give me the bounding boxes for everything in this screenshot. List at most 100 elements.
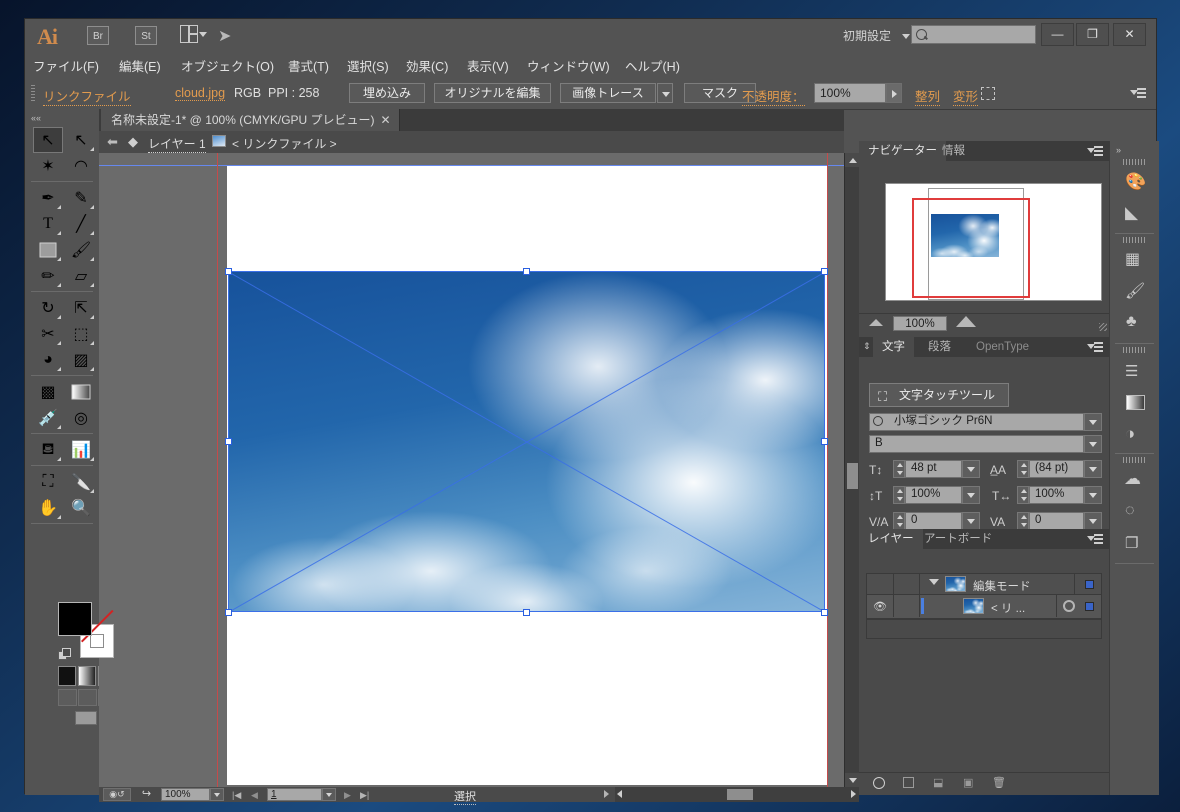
eraser-tool[interactable]: ▱ bbox=[66, 263, 96, 289]
dock-group-grip-1[interactable] bbox=[1123, 159, 1145, 165]
zoom-in-icon[interactable] bbox=[956, 316, 976, 327]
maximize-button[interactable]: ❐ bbox=[1076, 23, 1109, 46]
rotate-tool[interactable]: ↻ bbox=[33, 295, 63, 321]
navigator-resize-grip[interactable] bbox=[1099, 323, 1107, 331]
blend-tool[interactable]: ◎ bbox=[66, 405, 96, 431]
next-artboard-icon[interactable]: ▶ bbox=[344, 790, 351, 801]
layer-target-indicator-object[interactable] bbox=[1085, 602, 1094, 611]
kerning-stepper[interactable] bbox=[893, 512, 905, 530]
status-menu-arrow-icon[interactable] bbox=[604, 790, 609, 798]
exit-isolation-arrow-icon[interactable]: ⬅ bbox=[107, 134, 118, 150]
pencil-tool[interactable]: ✏ bbox=[33, 263, 63, 289]
default-fill-stroke-icon[interactable] bbox=[58, 648, 72, 662]
stock-button[interactable]: St bbox=[135, 26, 157, 45]
font-style-dropdown[interactable] bbox=[1084, 435, 1102, 453]
creative-cloud-icon[interactable]: ☁ bbox=[1119, 465, 1150, 496]
handle-bottom-left[interactable] bbox=[225, 609, 232, 616]
tab-opentype[interactable]: OpenType bbox=[967, 337, 1038, 357]
vertical-scale-dropdown[interactable] bbox=[962, 486, 980, 504]
transform-anchor-icon[interactable] bbox=[981, 87, 995, 100]
navigator-zoom-input[interactable]: 100% bbox=[893, 316, 947, 331]
bridge-button[interactable]: Br bbox=[87, 26, 109, 45]
navigator-panel-menu-icon[interactable] bbox=[1087, 145, 1103, 157]
leading-input[interactable]: (84 pt) bbox=[1029, 460, 1084, 478]
handle-top-left[interactable] bbox=[225, 268, 232, 275]
horizontal-scroll-thumb[interactable] bbox=[727, 789, 753, 800]
vertical-scale-input[interactable]: 100% bbox=[905, 486, 962, 504]
handle-bottom-right[interactable] bbox=[821, 609, 828, 616]
font-family-input[interactable]: 小塚ゴシック Pr6N bbox=[869, 413, 1084, 431]
type-touch-tool-button[interactable]: ⛶ 文字タッチツール bbox=[869, 383, 1009, 407]
hand-tool[interactable]: ✋ bbox=[33, 495, 63, 521]
canvas-area[interactable] bbox=[99, 153, 844, 787]
canvas-vertical-scrollbar[interactable] bbox=[844, 153, 860, 787]
last-artboard-icon[interactable]: ▶| bbox=[360, 790, 369, 801]
kerning-dropdown[interactable] bbox=[962, 512, 980, 530]
scroll-left-arrow[interactable] bbox=[617, 790, 622, 798]
navigator-view-box[interactable] bbox=[912, 198, 1030, 298]
breadcrumb-layer[interactable]: レイヤー 1 bbox=[148, 135, 206, 153]
table-row[interactable]: 編集モード bbox=[866, 573, 1102, 595]
fill-color-swatch[interactable] bbox=[58, 602, 92, 636]
gradient-tool[interactable] bbox=[66, 379, 96, 405]
canvas-horizontal-scrollbar[interactable] bbox=[615, 787, 859, 802]
layer-name-object[interactable]: < リ ... bbox=[991, 600, 1025, 616]
create-sublayer-icon[interactable]: ⬓ bbox=[933, 776, 943, 789]
leading-dropdown[interactable] bbox=[1084, 460, 1102, 478]
kerning-input[interactable]: 0 bbox=[905, 512, 962, 530]
tab-info[interactable]: 情報 bbox=[933, 141, 974, 161]
make-clipping-mask-icon[interactable] bbox=[903, 777, 914, 788]
navigator-thumbnail[interactable] bbox=[885, 183, 1102, 301]
menu-help[interactable]: ヘルプ(H) bbox=[625, 56, 680, 75]
control-bar-grip[interactable] bbox=[31, 85, 35, 101]
tracking-dropdown[interactable] bbox=[1084, 512, 1102, 530]
menu-edit[interactable]: 編集(E) bbox=[119, 56, 161, 75]
zoom-level-dropdown[interactable] bbox=[210, 788, 224, 801]
opacity-stepper[interactable] bbox=[886, 83, 902, 103]
link-type-label[interactable]: リンクファイル bbox=[43, 86, 131, 106]
handle-top-right[interactable] bbox=[821, 268, 828, 275]
tools-panel-header[interactable]: «« bbox=[25, 109, 99, 125]
layer-target-circle-icon[interactable] bbox=[1063, 600, 1075, 612]
character-panel-menu-icon[interactable] bbox=[1087, 341, 1103, 353]
launch-icon[interactable]: ➤ bbox=[218, 26, 240, 45]
selection-tool[interactable]: ↖ bbox=[33, 127, 63, 153]
menu-object[interactable]: オブジェクト(O) bbox=[181, 56, 274, 75]
menu-select[interactable]: 選択(S) bbox=[347, 56, 389, 75]
control-bar-menu-icon[interactable] bbox=[1130, 87, 1146, 99]
font-style-input[interactable]: B bbox=[869, 435, 1084, 453]
color-mode-gradient[interactable] bbox=[78, 666, 96, 686]
lasso-tool[interactable]: ◠ bbox=[66, 153, 96, 179]
horizontal-scale-stepper[interactable] bbox=[1017, 486, 1029, 504]
dock-group-grip-4[interactable] bbox=[1123, 457, 1145, 463]
column-graph-tool[interactable]: 📊 bbox=[66, 437, 96, 463]
menu-effect[interactable]: 効果(C) bbox=[406, 56, 448, 75]
handle-bottom-center[interactable] bbox=[523, 609, 530, 616]
artboard-number-input[interactable]: 1 bbox=[267, 788, 322, 801]
artboard-dropdown[interactable] bbox=[322, 788, 336, 801]
menu-file[interactable]: ファイル(F) bbox=[33, 56, 99, 75]
tab-paragraph[interactable]: 段落 bbox=[919, 337, 960, 357]
rectangle-tool[interactable] bbox=[33, 237, 63, 263]
document-tab[interactable]: 名称未設定-1* @ 100% (CMYK/GPU プレビュー) ✕ bbox=[101, 109, 400, 131]
zoom-level-input[interactable]: 100% bbox=[161, 788, 210, 801]
handle-top-center[interactable] bbox=[523, 268, 530, 275]
table-row[interactable]: 👁 < リ ... bbox=[866, 595, 1102, 619]
opacity-label[interactable]: 不透明度： bbox=[742, 86, 805, 106]
embed-button[interactable]: 埋め込み bbox=[349, 83, 425, 103]
color-mode-flat[interactable] bbox=[58, 666, 76, 686]
transparency-panel-icon[interactable]: ◑ bbox=[1119, 419, 1150, 450]
mesh-tool[interactable]: ▩ bbox=[33, 379, 63, 405]
linked-file-name[interactable]: cloud.jpg bbox=[175, 86, 226, 101]
color-guide-icon[interactable]: ◣ bbox=[1119, 199, 1150, 230]
pen-tool[interactable]: ✒ bbox=[33, 185, 63, 211]
vertical-scale-stepper[interactable] bbox=[893, 486, 905, 504]
layer-disclosure-triangle-icon[interactable] bbox=[929, 579, 939, 585]
perspective-grid-tool[interactable]: ▨ bbox=[66, 347, 96, 373]
locate-object-icon[interactable] bbox=[873, 777, 885, 789]
appearance-icon[interactable]: ◌ bbox=[1119, 497, 1150, 528]
scroll-right-arrow[interactable] bbox=[851, 790, 856, 798]
magic-wand-tool[interactable]: ✶ bbox=[33, 153, 63, 179]
layers-panel-menu-icon[interactable] bbox=[1087, 533, 1103, 545]
symbols-panel-icon[interactable]: ♣ bbox=[1119, 309, 1150, 340]
